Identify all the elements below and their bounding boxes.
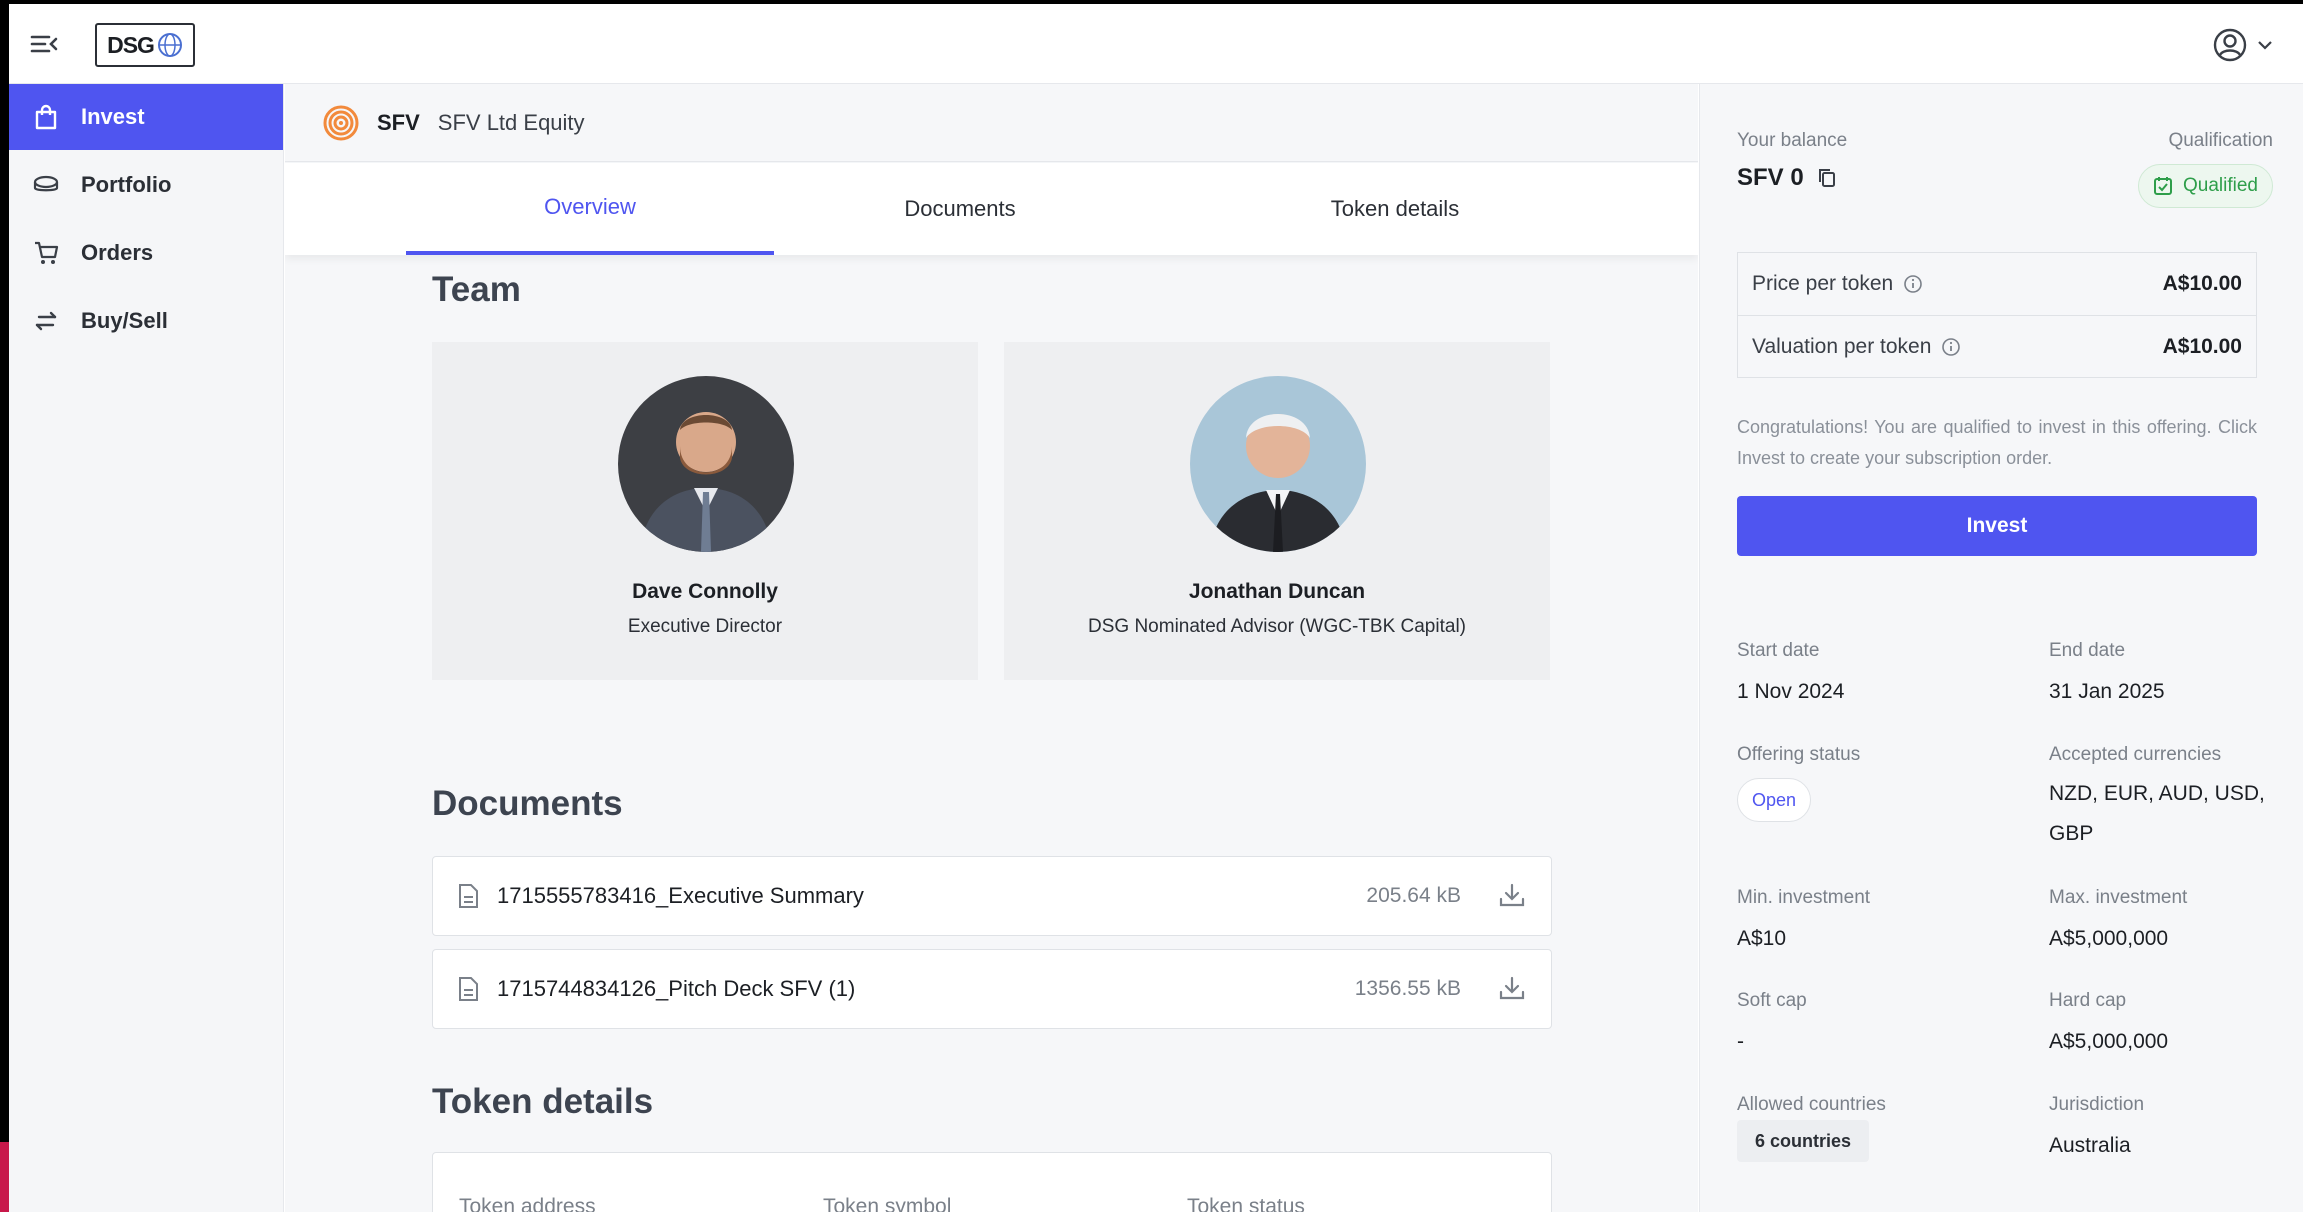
team-member-card: Dave Connolly Executive Director: [432, 342, 978, 680]
qualified-badge: Qualified: [2138, 164, 2273, 208]
invest-button[interactable]: Invest: [1737, 496, 2257, 556]
sidebar-item-orders[interactable]: Orders: [9, 220, 283, 286]
team-member-role: DSG Nominated Advisor (WGC-TBK Capital): [1088, 616, 1466, 637]
document-size: 205.64 kB: [1366, 884, 1461, 907]
globe-icon: [157, 33, 182, 57]
document-row: 1715744834126_Pitch Deck SFV (1) 1356.55…: [432, 949, 1552, 1029]
app-window: DSG Invest Portfolio Orders Buy/Sell SFV…: [9, 4, 2303, 1212]
allowed-countries-button[interactable]: 6 countries: [1737, 1120, 1870, 1162]
accepted-currencies-value-cont: GBP: [2049, 822, 2094, 845]
document-name: 1715555783416_Executive Summary: [497, 883, 864, 908]
qualification-message: Congratulations! You are qualified to in…: [1737, 417, 2257, 468]
soft-cap-label: Soft cap: [1737, 990, 1807, 1011]
top-bar: DSG: [9, 4, 2303, 84]
sidebar-item-buy-sell[interactable]: Buy/Sell: [9, 288, 283, 354]
tab-token-details[interactable]: Token details: [1285, 163, 1505, 255]
valuation-per-token-label: Valuation per token: [1752, 334, 1932, 358]
team-member-card: Jonathan Duncan DSG Nominated Advisor (W…: [1004, 342, 1550, 680]
team-member-role: Executive Director: [627, 616, 783, 637]
offering-name: SFV Ltd Equity: [437, 109, 585, 135]
sidebar-item-invest[interactable]: Invest: [9, 84, 283, 150]
accepted-currencies-label: Accepted currencies: [2049, 744, 2222, 765]
tab-bar: Overview Documents Token details: [285, 163, 1698, 255]
shopping-bag-icon: [33, 104, 59, 130]
sidebar-item-label: Portfolio: [81, 172, 172, 197]
offering-status-label: Offering status: [1737, 744, 1861, 765]
balance-amount: SFV 0: [1737, 164, 1804, 191]
status-badge: Open: [1737, 778, 1812, 822]
sidebar-item-label: Invest: [81, 104, 145, 129]
document-size: 1356.55 kB: [1354, 977, 1461, 1000]
menu-collapse-icon[interactable]: [29, 32, 59, 56]
download-icon[interactable]: [1497, 974, 1527, 1004]
start-date-label: Start date: [1737, 640, 1820, 661]
swap-icon: [33, 308, 59, 334]
document-icon: [459, 977, 478, 1001]
valuation-per-token-value: A$10.00: [2162, 334, 2242, 358]
end-date-value: 31 Jan 2025: [2049, 680, 2165, 703]
tab-documents[interactable]: Documents: [855, 163, 1065, 255]
info-icon[interactable]: [1903, 274, 1923, 294]
accepted-currencies-value: NZD, EUR, AUD, USD,: [2049, 782, 2265, 805]
user-menu[interactable]: [2213, 28, 2273, 62]
token-details-heading: Token details: [432, 1082, 654, 1121]
max-investment-value: A$5,000,000: [2049, 927, 2169, 950]
jurisdiction-value: Australia: [2049, 1134, 2131, 1157]
max-investment-label: Max. investment: [2049, 887, 2188, 908]
price-per-token-label: Price per token: [1752, 272, 1894, 295]
sidebar: Invest Portfolio Orders Buy/Sell: [9, 84, 284, 1212]
corner-accent-left: [0, 1142, 9, 1212]
token-symbol-label: Token symbol: [823, 1195, 952, 1212]
download-icon[interactable]: [1497, 881, 1527, 911]
calendar-check-icon: [2154, 177, 2172, 195]
document-name: 1715744834126_Pitch Deck SFV (1): [497, 976, 856, 1001]
price-per-token-value: A$10.00: [2162, 272, 2242, 295]
user-avatar-icon: [2213, 28, 2247, 62]
token-details-card: Token address Token symbol Token status: [432, 1152, 1552, 1212]
sidebar-item-label: Orders: [81, 240, 154, 265]
team-member-name: Jonathan Duncan: [1188, 580, 1366, 603]
coins-icon: [33, 172, 59, 198]
token-address-label: Token address: [459, 1195, 596, 1212]
min-investment-value: A$10: [1737, 927, 1787, 950]
team-member-name: Dave Connolly: [632, 580, 778, 603]
start-date-value: 1 Nov 2024: [1737, 680, 1845, 703]
price-table: Price per token A$10.00 Valuation per to…: [1737, 252, 2257, 378]
balance-label: Your balance: [1737, 130, 1848, 151]
hard-cap-value: A$5,000,000: [2049, 1030, 2169, 1053]
sidebar-item-portfolio[interactable]: Portfolio: [9, 152, 283, 218]
avatar: [618, 376, 794, 552]
info-icon[interactable]: [1941, 337, 1961, 357]
offering-logo-icon: [323, 105, 359, 140]
sidebar-item-label: Buy/Sell: [81, 308, 168, 333]
tab-overview[interactable]: Overview: [406, 163, 774, 255]
team-heading: Team: [432, 270, 521, 309]
allowed-countries-label: Allowed countries: [1737, 1094, 1886, 1115]
balance-value: SFV 0: [1737, 164, 1836, 192]
dsg-logo[interactable]: DSG: [95, 23, 195, 67]
price-per-token-row: Price per token A$10.00: [1738, 253, 2256, 315]
offering-header: SFV SFV Ltd Equity: [285, 84, 1698, 162]
offering-content: SFV SFV Ltd Equity Overview Documents To…: [285, 84, 1698, 1212]
documents-heading: Documents: [432, 784, 623, 823]
avatar: [1190, 376, 1366, 552]
min-investment-label: Min. investment: [1737, 887, 1871, 908]
qualification-label: Qualification: [2168, 130, 2273, 151]
qualified-text: Qualified: [2183, 175, 2258, 196]
offering-symbol: SFV: [377, 109, 420, 135]
document-icon: [459, 884, 478, 908]
copy-icon[interactable]: [1818, 168, 1836, 188]
cart-icon: [33, 240, 59, 266]
soft-cap-value: -: [1737, 1030, 1744, 1053]
end-date-label: End date: [2049, 640, 2126, 661]
logo-text: DSG: [107, 31, 155, 58]
investment-panel: Your balance Qualification SFV 0 Qualifi…: [1699, 84, 2303, 1212]
valuation-per-token-row: Valuation per token A$10.00: [1738, 315, 2256, 377]
jurisdiction-label: Jurisdiction: [2049, 1094, 2145, 1115]
hard-cap-label: Hard cap: [2049, 990, 2127, 1011]
chevron-down-icon: [2258, 41, 2272, 50]
document-row: 1715555783416_Executive Summary 205.64 k…: [432, 856, 1552, 936]
token-status-label: Token status: [1187, 1195, 1305, 1212]
